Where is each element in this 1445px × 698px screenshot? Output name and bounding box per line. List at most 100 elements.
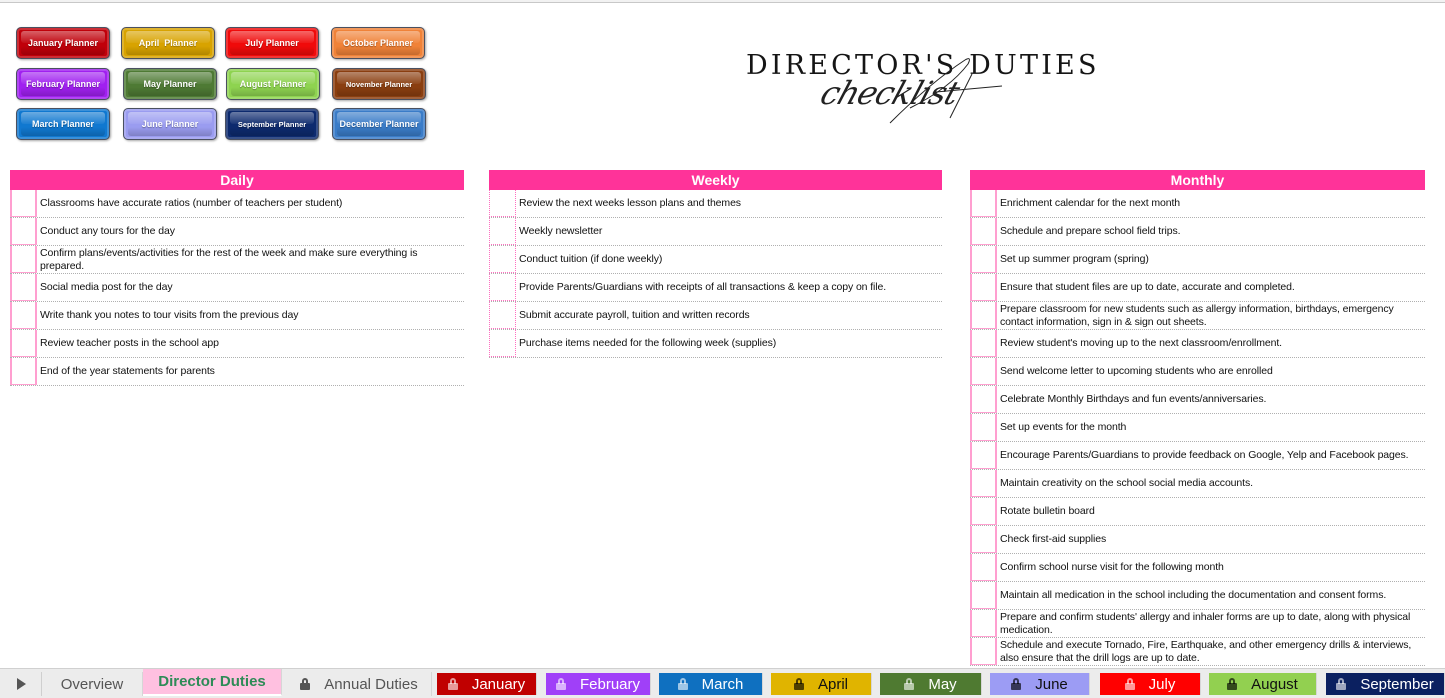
tab-label: August — [1251, 675, 1298, 693]
checkbox-cell[interactable] — [10, 246, 37, 273]
checkbox-cell[interactable] — [970, 246, 997, 273]
checkbox-cell[interactable] — [970, 386, 997, 413]
checkbox-cell[interactable] — [970, 442, 997, 469]
checkbox-cell[interactable] — [970, 218, 997, 245]
button-label: October Planner — [342, 38, 414, 48]
button-label: July Planner — [245, 38, 299, 48]
checklist-row: Purchase items needed for the following … — [489, 330, 942, 358]
september-planner-button[interactable]: September Planner — [225, 108, 319, 140]
november-planner-button[interactable]: November Planner — [332, 68, 426, 100]
lock-icon — [1124, 678, 1135, 690]
task-text: Purchase items needed for the following … — [519, 337, 777, 350]
tab-scroll-button[interactable] — [0, 672, 42, 696]
tab-september[interactable]: September — [1326, 673, 1445, 695]
checklist-row: Maintain all medication in the school in… — [970, 582, 1425, 610]
task-text: Submit accurate payroll, tuition and wri… — [519, 309, 750, 322]
checkbox-cell[interactable] — [970, 554, 997, 581]
task-text: Confirm plans/events/activities for the … — [40, 247, 418, 272]
planner-button-grid: January Planner April Planner July Plann… — [16, 27, 428, 140]
button-label: September Planner — [237, 119, 307, 129]
tab-overview[interactable]: Overview — [42, 672, 143, 696]
checkbox-cell[interactable] — [489, 190, 516, 217]
lock-icon — [904, 678, 915, 690]
tab-february[interactable]: February — [546, 673, 651, 695]
button-label: January Planner — [27, 38, 99, 48]
june-planner-button[interactable]: June Planner — [123, 108, 217, 140]
tab-april[interactable]: April — [771, 673, 872, 695]
checklist-row: Celebrate Monthly Birthdays and fun even… — [970, 386, 1425, 414]
checkbox-cell[interactable] — [970, 638, 997, 665]
march-planner-button[interactable]: March Planner — [16, 108, 110, 140]
may-planner-button[interactable]: May Planner — [123, 68, 217, 100]
task-text: Celebrate Monthly Birthdays and fun even… — [1000, 393, 1267, 406]
checkbox-cell[interactable] — [970, 302, 997, 329]
checkbox-cell[interactable] — [10, 274, 37, 301]
checklist-row: Review student's moving up to the next c… — [970, 330, 1425, 358]
checkbox-cell[interactable] — [489, 274, 516, 301]
checkbox-cell[interactable] — [10, 190, 37, 217]
lock-icon — [300, 678, 311, 690]
checkbox-cell[interactable] — [970, 498, 997, 525]
checkbox-cell[interactable] — [489, 218, 516, 245]
checklist-row: Write thank you notes to tour visits fro… — [10, 302, 464, 330]
tab-march[interactable]: March — [659, 673, 763, 695]
february-planner-button[interactable]: February Planner — [16, 68, 110, 100]
checkbox-cell[interactable] — [970, 190, 997, 217]
tab-july[interactable]: July — [1100, 673, 1201, 695]
lock-icon — [793, 678, 804, 690]
august-planner-button[interactable]: August Planner — [226, 68, 320, 100]
tab-label: June — [1035, 675, 1068, 693]
checkbox-cell[interactable] — [10, 218, 37, 245]
task-text: Prepare and confirm students' allergy an… — [1000, 611, 1411, 636]
checkbox-cell[interactable] — [10, 302, 37, 329]
tab-label: July — [1148, 675, 1176, 693]
monthly-section: Monthly Enrichment calendar for the next… — [970, 170, 1425, 666]
checklist-row: Classrooms have accurate ratios (number … — [10, 190, 464, 218]
task-text: Review the next weeks lesson plans and t… — [519, 197, 741, 210]
checkbox-cell[interactable] — [970, 470, 997, 497]
checkbox-cell[interactable] — [10, 358, 37, 385]
tab-label: September — [1360, 675, 1434, 693]
task-text: Weekly newsletter — [519, 225, 603, 238]
checkbox-cell[interactable] — [970, 610, 997, 637]
december-planner-button[interactable]: December Planner — [332, 108, 426, 140]
october-planner-button[interactable]: October Planner — [331, 27, 425, 59]
checklist-row: Social media post for the day — [10, 274, 464, 302]
january-planner-button[interactable]: January Planner — [16, 27, 110, 59]
checklist-row: Submit accurate payroll, tuition and wri… — [489, 302, 942, 330]
tab-august[interactable]: August — [1209, 673, 1317, 695]
checklist-row: Set up events for the month — [970, 414, 1425, 442]
task-text: Confirm school nurse visit for the follo… — [1000, 561, 1224, 574]
checklist-row: Conduct tuition (if done weekly) — [489, 246, 942, 274]
checkbox-cell[interactable] — [970, 582, 997, 609]
checklist-row: Encourage Parents/Guardians to provide f… — [970, 442, 1425, 470]
checkbox-cell[interactable] — [489, 302, 516, 329]
tab-june[interactable]: June — [990, 673, 1090, 695]
tab-director-duties[interactable]: Director Duties — [143, 669, 282, 696]
checkbox-cell[interactable] — [489, 330, 516, 357]
lock-icon — [1227, 678, 1238, 690]
button-label: May Planner — [143, 79, 197, 89]
checklist-row: Prepare classroom for new students such … — [970, 302, 1425, 330]
checkbox-cell[interactable] — [970, 414, 997, 441]
checkbox-cell[interactable] — [489, 246, 516, 273]
checklist-row: Provide Parents/Guardians with receipts … — [489, 274, 942, 302]
button-label: April Planner — [138, 38, 198, 48]
july-planner-button[interactable]: July Planner — [225, 27, 319, 59]
checkbox-cell[interactable] — [970, 526, 997, 553]
tab-annual-duties[interactable]: Annual Duties — [287, 672, 432, 696]
checkbox-cell[interactable] — [970, 274, 997, 301]
daily-section: Daily Classrooms have accurate ratios (n… — [10, 170, 464, 386]
sheet-tab-bar: Overview Director Duties Annual Duties Janu… — [0, 668, 1445, 698]
april-planner-button[interactable]: April Planner — [121, 27, 215, 59]
tab-january[interactable]: January — [437, 673, 537, 695]
checkbox-cell[interactable] — [970, 330, 997, 357]
task-text: Enrichment calendar for the next month — [1000, 197, 1181, 210]
checkbox-cell[interactable] — [970, 358, 997, 385]
checkbox-cell[interactable] — [10, 330, 37, 357]
tab-may[interactable]: May — [880, 673, 982, 695]
task-text: Encourage Parents/Guardians to provide f… — [1000, 449, 1409, 462]
task-text: Check first-aid supplies — [1000, 533, 1107, 546]
tab-label: Director Duties — [158, 673, 266, 690]
lock-icon — [677, 678, 688, 690]
